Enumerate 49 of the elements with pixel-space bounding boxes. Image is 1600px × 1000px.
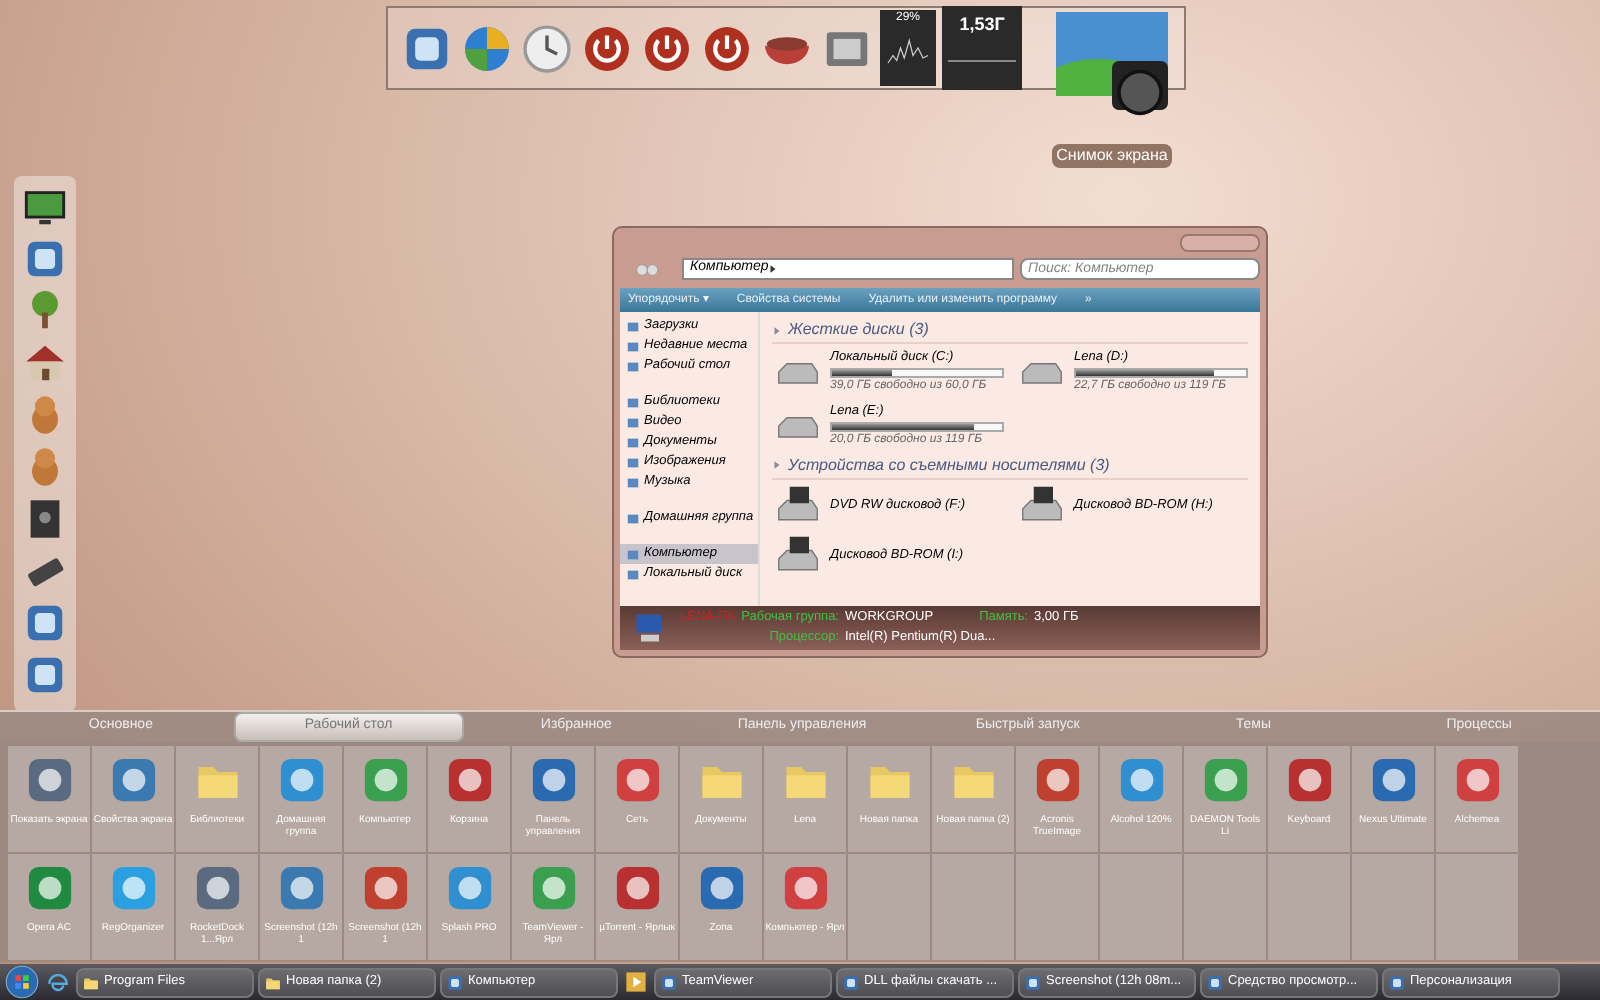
media-icon[interactable] (622, 968, 650, 996)
app-icon[interactable] (22, 652, 68, 698)
app-icon (359, 862, 411, 914)
power-icon[interactable] (640, 21, 694, 75)
app-icon (779, 862, 831, 914)
app-icon (359, 754, 411, 806)
start-button-icon[interactable] (4, 964, 40, 1000)
app-icon (1115, 754, 1167, 806)
section-heading: Устройства со съемными носителями (3) (788, 453, 1110, 477)
app-icon (1388, 973, 1406, 991)
globe-icon[interactable] (460, 21, 514, 75)
app-icon (107, 862, 159, 914)
clock-icon[interactable] (520, 21, 574, 75)
app-icon (275, 862, 327, 914)
app-icon (527, 754, 579, 806)
power-icon[interactable] (700, 21, 754, 75)
widget-label: Снимок экрана (1052, 144, 1172, 168)
app-icon (1031, 754, 1083, 806)
app-icon[interactable] (22, 600, 68, 646)
app-icon (443, 754, 495, 806)
app-icon (107, 754, 159, 806)
folder-icon (264, 973, 282, 991)
house-icon[interactable] (22, 340, 68, 386)
memory-reading: 1,53Г (959, 12, 1005, 38)
folder-icon (82, 973, 100, 991)
app-icon (443, 862, 495, 914)
app-icon[interactable] (22, 236, 68, 282)
app-icon (191, 862, 243, 914)
app-icon (1451, 754, 1503, 806)
browser-icon[interactable] (44, 968, 72, 996)
app-icon (1283, 754, 1335, 806)
app-icon (275, 754, 327, 806)
chevron-icon[interactable] (768, 264, 779, 274)
app-icon (23, 754, 75, 806)
app-icon (695, 862, 747, 914)
app-icon (1367, 754, 1419, 806)
app-icon (527, 862, 579, 914)
app-icon (1024, 973, 1042, 991)
app-icon (23, 862, 75, 914)
item-icon (626, 511, 640, 525)
section-heading: Жесткие диски (3) (788, 318, 929, 342)
app-icon (611, 754, 663, 806)
app-icon (660, 973, 678, 991)
app-icon (842, 973, 860, 991)
app-icon (446, 973, 464, 991)
app-icon (1206, 973, 1224, 991)
app-icon (1199, 754, 1251, 806)
power-icon[interactable] (580, 21, 634, 75)
app-icon (611, 862, 663, 914)
